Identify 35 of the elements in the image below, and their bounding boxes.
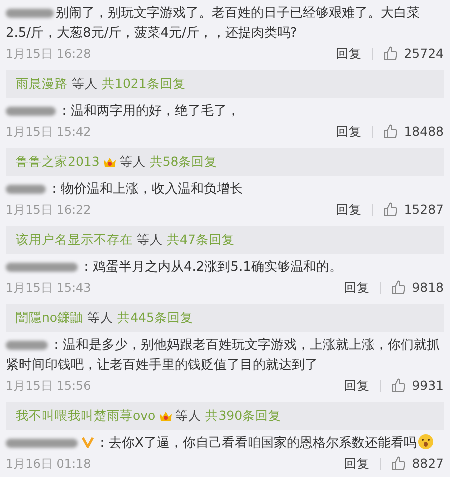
comment-text: ：温和两字用的好，绝了毛了， <box>58 104 240 119</box>
reply-link[interactable]: 回复 <box>344 454 370 474</box>
like-icon[interactable] <box>391 378 408 394</box>
like-count: 9931 <box>412 376 444 395</box>
reply-link[interactable]: 回复 <box>344 376 370 396</box>
reply-link[interactable]: 回复 <box>336 44 362 64</box>
comment-text: ：物价温和上涨，收入温和负增长 <box>48 182 243 197</box>
like-icon[interactable] <box>391 280 408 296</box>
like-count: 8827 <box>412 454 444 473</box>
reply-suffix: 等人 <box>176 406 202 425</box>
comment-text: ：去你X了逼，你自己看看咱国家的恩格尔系数还能看吗 <box>96 436 417 451</box>
like-icon[interactable] <box>383 46 400 62</box>
like-icon[interactable] <box>383 124 400 140</box>
reply-suffix: 等人 <box>137 230 163 249</box>
comment-time: 1月15日 15:56 <box>6 378 92 395</box>
reply-suffix: 等人 <box>72 74 98 93</box>
comment-time: 1月16日 01:18 <box>6 456 92 473</box>
like-count: 18488 <box>404 122 444 141</box>
reply-suffix: 等人 <box>88 308 114 327</box>
like-icon[interactable] <box>383 202 400 218</box>
like-count: 15287 <box>404 200 444 219</box>
reply-link[interactable]: 回复 <box>344 278 370 298</box>
comment-text: ：温和是多少，别他妈跟老百姓玩文字游戏，上涨就上涨，你们就抓紧时间印钱吧，让老百姓手里的钱贬值了目的就达到了 <box>6 338 440 373</box>
comment-time: 1月15日 15:42 <box>6 124 92 141</box>
like-count: 25724 <box>404 44 444 63</box>
comment-time: 1月15日 16:22 <box>6 202 92 219</box>
reply-link[interactable]: 回复 <box>336 122 362 142</box>
comment-text: ：鸡蛋半月之内从4.2涨到5.1确实够温和的。 <box>80 260 342 275</box>
comment-time: 1月15日 15:43 <box>6 280 92 297</box>
like-count: 9818 <box>412 278 444 297</box>
comment-time: 1月15日 16:28 <box>6 46 92 63</box>
comment-text: 别闹了，别玩文字游戏了。老百姓的日子已经够艰难了。大白菜2.5/斤，大葱8元/斤，菠菜4元/斤，，还提肉类吗? <box>6 6 420 41</box>
reply-suffix: 等人 <box>120 152 146 171</box>
reply-link[interactable]: 回复 <box>336 200 362 220</box>
like-icon[interactable] <box>391 456 408 472</box>
